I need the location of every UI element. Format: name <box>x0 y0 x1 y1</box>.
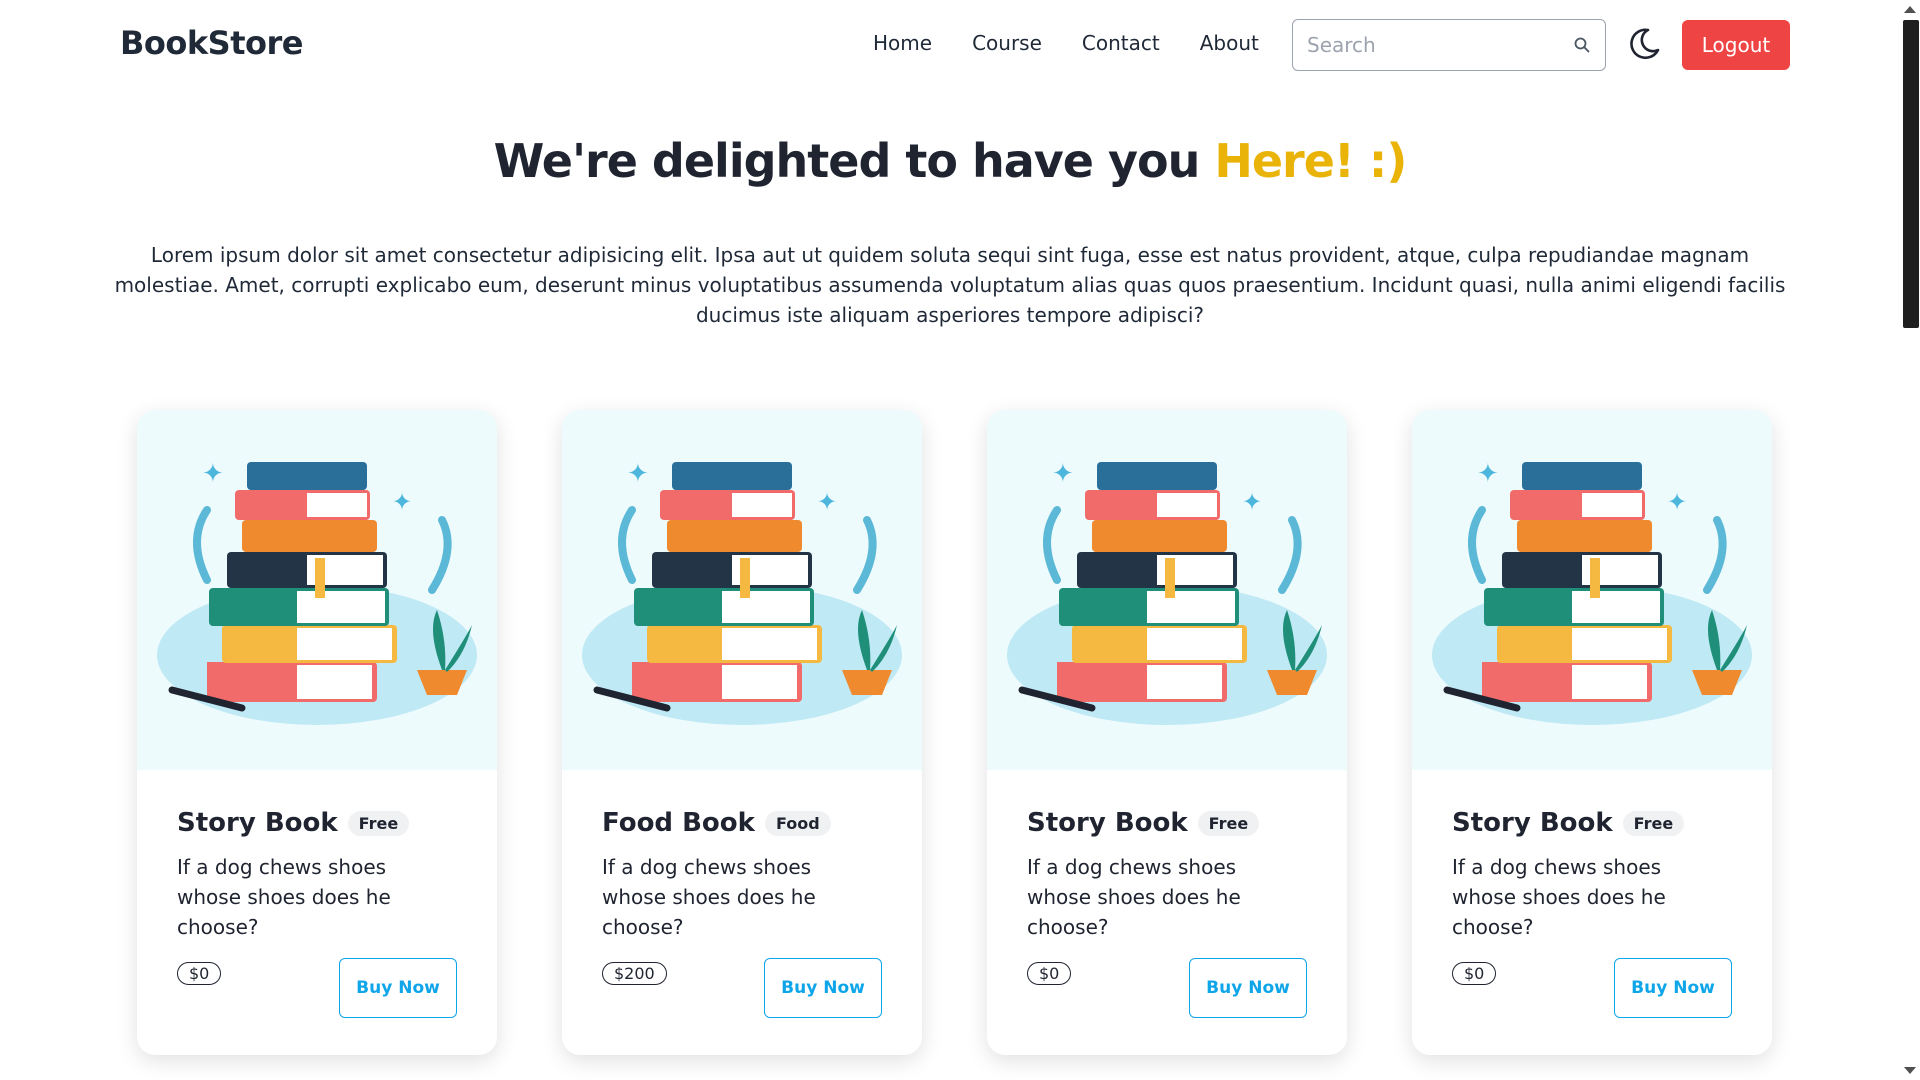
card-description: If a dog chews shoes whose shoes does he… <box>177 855 391 939</box>
svg-text:✦: ✦ <box>1052 459 1074 489</box>
card-title: Story Book <box>1027 808 1188 838</box>
search-icon[interactable] <box>1573 36 1591 54</box>
books-stack-icon: ✦ ✦ ✦ <box>582 459 902 725</box>
hero-heading: We're delighted to have you Here! :) <box>0 134 1900 188</box>
book-card[interactable]: ✦ ✦ ✦ <box>1412 410 1772 1055</box>
card-badge: Free <box>1197 810 1260 836</box>
card-badge: Free <box>347 810 410 836</box>
buy-now-button[interactable]: Buy Now <box>1614 958 1732 1018</box>
svg-text:✦: ✦ <box>202 459 224 489</box>
hero-heading-main: We're delighted to have you <box>493 134 1215 188</box>
scroll-down-icon[interactable] <box>1904 1067 1916 1074</box>
card-badge: Free <box>1622 810 1685 836</box>
hero-heading-accent: Here! :) <box>1214 134 1407 188</box>
books-stack-icon: ✦ ✦ ✦ <box>1432 459 1752 725</box>
svg-text:✦: ✦ <box>1667 488 1687 516</box>
nav-link-about[interactable]: About <box>1200 31 1259 55</box>
card-body: Food Book Food If a dog chews shoes whos… <box>562 770 922 1055</box>
svg-text:✦: ✦ <box>817 488 837 516</box>
card-description: If a dog chews shoes whose shoes does he… <box>1452 855 1666 939</box>
scroll-up-icon[interactable] <box>1904 6 1916 13</box>
nav-links: Home Course Contact About <box>873 31 1259 55</box>
scroll-thumb[interactable] <box>1903 20 1919 328</box>
card-price: $0 <box>177 962 222 985</box>
book-card[interactable]: ✦ ✦ ✦ <box>987 410 1347 1055</box>
card-title-row: Story Book Free <box>177 808 457 838</box>
card-title-row: Food Book Food <box>602 808 882 838</box>
search-box <box>1292 19 1606 71</box>
card-title-row: Story Book Free <box>1452 808 1732 838</box>
book-illustration: ✦ ✦ ✦ <box>562 410 922 770</box>
card-badge: Food <box>764 810 831 836</box>
svg-text:✦: ✦ <box>1242 488 1262 516</box>
nav-link-course[interactable]: Course <box>972 31 1042 55</box>
card-title: Food Book <box>602 808 755 838</box>
search-input[interactable] <box>1307 33 1573 57</box>
buy-now-button[interactable]: Buy Now <box>764 958 882 1018</box>
svg-text:✦: ✦ <box>1477 459 1499 489</box>
hero-description: Lorem ipsum dolor sit amet consectetur a… <box>114 243 1786 327</box>
card-title-row: Story Book Free <box>1027 808 1307 838</box>
card-price: $200 <box>602 962 667 985</box>
navbar: BookStore Home Course Contact About Logo… <box>0 0 1900 90</box>
card-body: Story Book Free If a dog chews shoes who… <box>987 770 1347 1055</box>
buy-now-button[interactable]: Buy Now <box>339 958 457 1018</box>
book-cards: ✦ ✦ ✦ <box>137 410 1772 1055</box>
buy-now-button[interactable]: Buy Now <box>1189 958 1307 1018</box>
card-body: Story Book Free If a dog chews shoes who… <box>137 770 497 1055</box>
card-body: Story Book Free If a dog chews shoes who… <box>1412 770 1772 1055</box>
svg-text:✦: ✦ <box>392 488 412 516</box>
book-card[interactable]: ✦ ✦ ✦ <box>562 410 922 1055</box>
book-illustration: ✦ ✦ ✦ <box>1412 410 1772 770</box>
book-illustration: ✦ ✦ ✦ <box>137 410 497 770</box>
svg-text:✦: ✦ <box>627 459 649 489</box>
card-price: $0 <box>1027 962 1072 985</box>
scrollbar[interactable] <box>1900 0 1920 1080</box>
card-description: If a dog chews shoes whose shoes does he… <box>1027 855 1241 939</box>
card-description: If a dog chews shoes whose shoes does he… <box>602 855 816 939</box>
moon-icon[interactable] <box>1626 26 1662 62</box>
logout-button[interactable]: Logout <box>1682 20 1790 70</box>
card-price: $0 <box>1452 962 1497 985</box>
books-stack-icon: ✦ ✦ ✦ <box>157 459 477 725</box>
card-title: Story Book <box>177 808 338 838</box>
book-illustration: ✦ ✦ ✦ <box>987 410 1347 770</box>
nav-link-contact[interactable]: Contact <box>1082 31 1160 55</box>
brand-logo[interactable]: BookStore <box>120 24 303 62</box>
books-stack-icon: ✦ ✦ ✦ <box>1007 459 1327 725</box>
card-title: Story Book <box>1452 808 1613 838</box>
book-card[interactable]: ✦ ✦ ✦ <box>137 410 497 1055</box>
nav-link-home[interactable]: Home <box>873 31 932 55</box>
